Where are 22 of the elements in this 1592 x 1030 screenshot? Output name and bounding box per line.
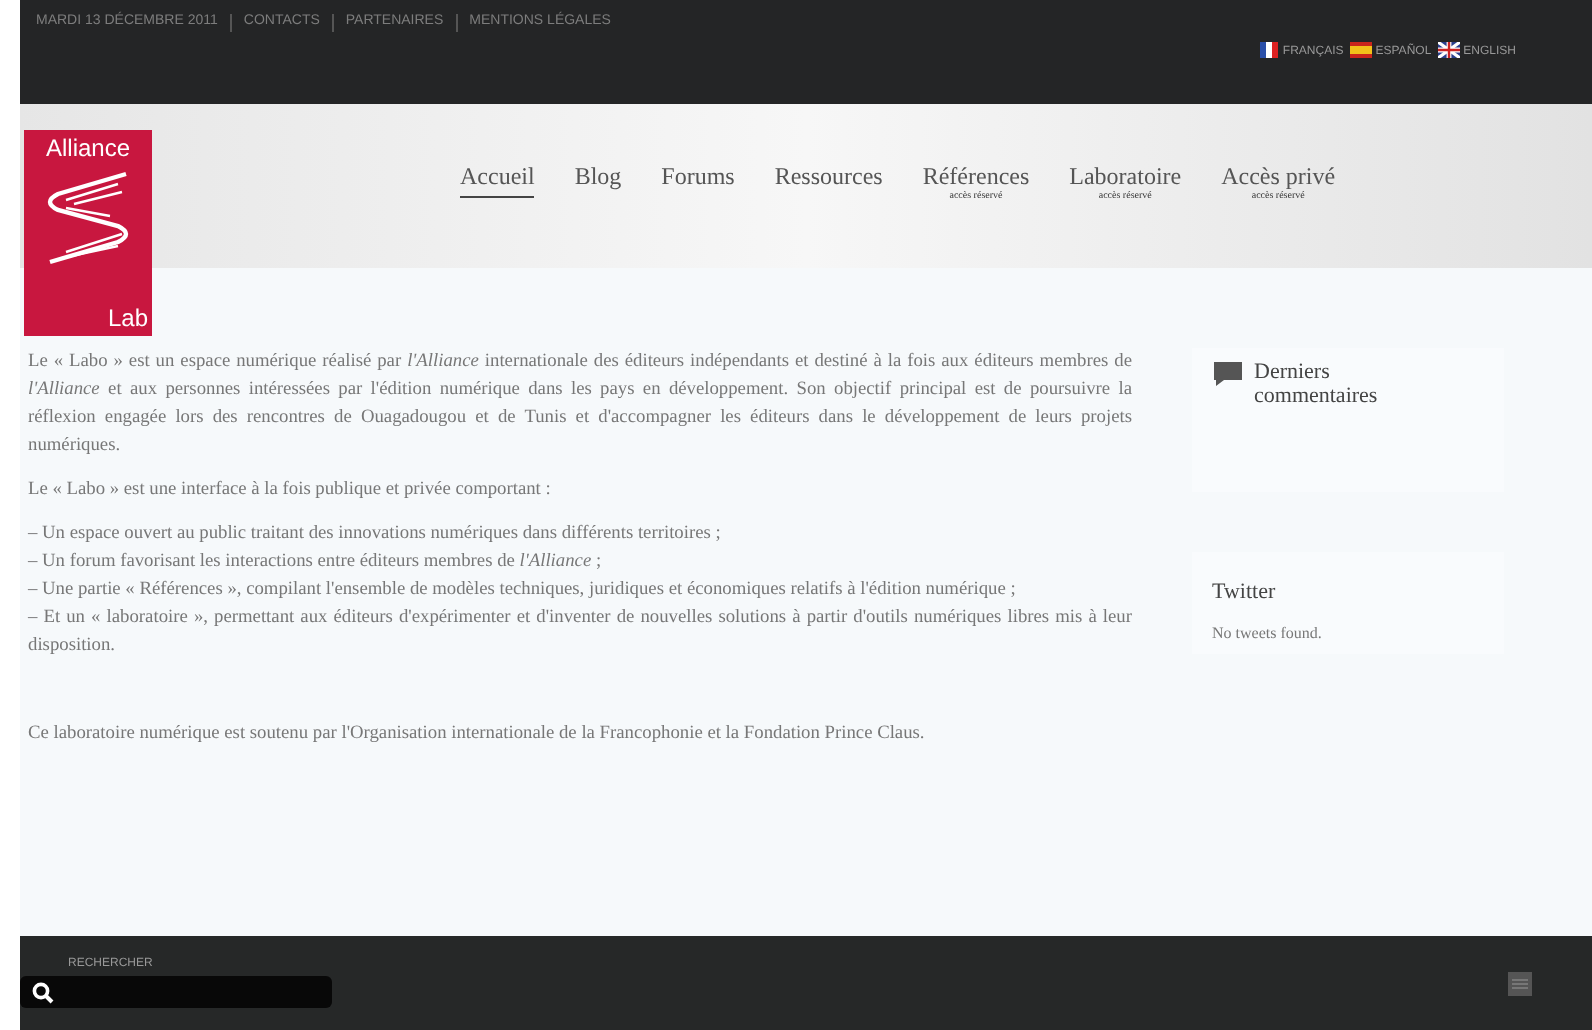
nav-link[interactable]: Accueil xyxy=(460,162,535,198)
search-icon xyxy=(32,981,54,1003)
widget-title: Derniers commentaires xyxy=(1254,360,1380,408)
square-icon xyxy=(1508,971,1532,995)
flag-icon xyxy=(1260,42,1279,58)
logo[interactable]: Alliance Lab xyxy=(24,130,152,336)
paragraph: Ce laboratoire numérique est soutenu par l'Organisation internationale de la Francophonie et la Fondation Prince Claus. xyxy=(28,722,927,748)
paragraph: Le « Labo » est un espace numérique réalisé par l'Alliance internationale des éditeurs indépendants et destiné à la fois aux éditeurs membres de l'Alliance et aux personnes intéressées par l'édition numérique dans les pays en développement. Son objectif principal est de poursuivre la réflexion engagée lors des rencontres de Ouagadougou et de Tunis et d'accompagner les éditeurs dans le développement de leurs projets numériques. xyxy=(28,350,1132,460)
nav-link[interactable]: Blog xyxy=(574,162,622,192)
paragraph: Le « Labo » est une interface à la fois publique et privée comportant : xyxy=(28,478,553,504)
nav-link[interactable]: Ressources xyxy=(774,162,883,192)
widget-title: Twitter xyxy=(1212,580,1278,604)
list-item: – Une partie « Références », compilant l'ensemble de modèles techniques, juridiques et économiques relatifs à l'édition numérique ; xyxy=(28,578,1018,604)
list-item: – Un espace ouvert au public traitant des innovations numériques dans différents territoires ; xyxy=(28,522,723,548)
flag-icon xyxy=(1437,42,1460,58)
search-field[interactable] xyxy=(20,976,332,1008)
list-item: – Et un « laboratoire », permettant aux éditeurs d'expérimenter et d'inventer de nouvelles solutions à partir d'outils numériques libres mis à leur disposition. xyxy=(28,606,1132,660)
list-item: – Un forum favorisant les interactions entre éditeurs membres de l'Alliance ; xyxy=(28,550,604,576)
widget-text: No tweets found. xyxy=(1212,624,1324,642)
speech-bubble-icon xyxy=(1212,360,1244,388)
nav-link[interactable]: Forums xyxy=(661,162,735,192)
flag-icon xyxy=(1349,42,1372,58)
